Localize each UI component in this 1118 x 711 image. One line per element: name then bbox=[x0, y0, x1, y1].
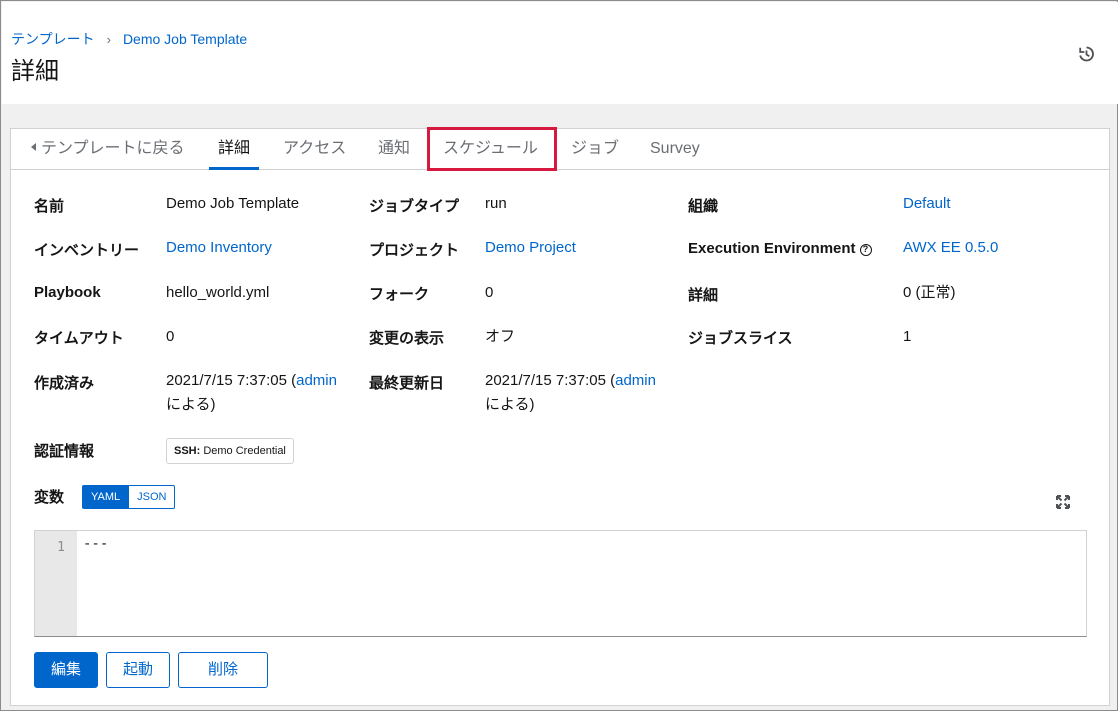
editor-content: --- bbox=[83, 536, 109, 552]
caret-left-icon bbox=[31, 142, 36, 151]
created-by-user-link[interactable]: admin bbox=[296, 372, 337, 389]
organization-link[interactable]: Default bbox=[903, 192, 951, 216]
delete-button[interactable]: 削除 bbox=[178, 652, 268, 688]
page-title: 詳細 bbox=[11, 58, 59, 85]
credential-kind: SSH: bbox=[174, 445, 201, 457]
chevron-right-icon: › bbox=[106, 31, 111, 47]
modified-date: 2021/7/15 7:37:05 ( bbox=[485, 372, 616, 389]
playbook-label: Playbook bbox=[34, 284, 101, 301]
editor-gutter: 1 bbox=[35, 531, 77, 636]
window-frame: テンプレート › Demo Job Template 詳細 テンプレートに戻る … bbox=[0, 0, 1118, 711]
breadcrumb: テンプレート › Demo Job Template bbox=[11, 29, 247, 49]
job-type-label: ジョブタイプ bbox=[369, 198, 460, 215]
modified-label: 最終更新日 bbox=[369, 375, 445, 392]
forks-value: 0 bbox=[485, 284, 494, 301]
tab-access[interactable]: アクセス bbox=[283, 129, 346, 169]
name-value: Demo Job Template bbox=[166, 195, 300, 212]
timeout-label: タイムアウト bbox=[34, 330, 124, 347]
job-slice-value: 1 bbox=[903, 328, 912, 345]
credential-name: Demo Credential bbox=[200, 445, 286, 457]
tab-notifications[interactable]: 通知 bbox=[378, 129, 410, 169]
created-suffix: による) bbox=[166, 396, 216, 413]
project-label: プロジェクト bbox=[369, 242, 460, 259]
json-toggle-button[interactable]: JSON bbox=[129, 485, 176, 509]
name-label: 名前 bbox=[34, 198, 65, 215]
page-header: テンプレート › Demo Job Template 詳細 bbox=[2, 2, 1118, 104]
tab-back-to-templates[interactable]: テンプレートに戻る bbox=[31, 129, 185, 169]
created-date: 2021/7/15 7:37:05 ( bbox=[166, 372, 297, 389]
breadcrumb-current-link[interactable]: Demo Job Template bbox=[123, 31, 247, 47]
job-type-value: run bbox=[485, 195, 507, 212]
timeout-value: 0 bbox=[166, 328, 175, 345]
schedule-tab-highlight bbox=[427, 127, 557, 171]
variables-format-toggle: YAML JSON bbox=[82, 485, 176, 509]
forks-label: フォーク bbox=[369, 286, 430, 303]
edit-button[interactable]: 編集 bbox=[34, 652, 98, 688]
show-changes-value: オフ bbox=[485, 328, 516, 345]
inventory-label: インベントリー bbox=[34, 242, 140, 259]
playbook-value: hello_world.yml bbox=[166, 284, 270, 301]
tab-survey[interactable]: Survey bbox=[650, 129, 700, 169]
organization-label: 組織 bbox=[688, 198, 719, 215]
yaml-toggle-button[interactable]: YAML bbox=[82, 485, 130, 509]
tab-details[interactable]: 詳細 bbox=[208, 129, 260, 170]
created-label: 作成済み bbox=[34, 375, 95, 392]
line-number: 1 bbox=[57, 540, 65, 555]
modified-by-user-link[interactable]: admin bbox=[615, 372, 656, 389]
tab-back-label: テンプレートに戻る bbox=[41, 140, 185, 157]
modified-value: 2021/7/15 7:37:05 (admin による) bbox=[485, 369, 656, 417]
project-link[interactable]: Demo Project bbox=[485, 236, 576, 260]
execution-environment-label: Execution Environment? bbox=[688, 240, 872, 257]
variables-label: 変数 bbox=[34, 489, 65, 506]
expand-icon[interactable] bbox=[1055, 494, 1071, 510]
execution-environment-text: Execution Environment bbox=[688, 240, 856, 257]
credential-chip: SSH: Demo Credential bbox=[166, 438, 294, 464]
verbosity-value: 0 (正常) bbox=[903, 284, 956, 301]
show-changes-label: 変更の表示 bbox=[369, 330, 445, 347]
verbosity-label: 詳細 bbox=[688, 287, 719, 304]
variables-code-editor[interactable]: 1 --- bbox=[34, 530, 1087, 637]
breadcrumb-templates-link[interactable]: テンプレート bbox=[11, 29, 95, 49]
modified-suffix: による) bbox=[485, 396, 535, 413]
help-icon[interactable]: ? bbox=[859, 244, 872, 256]
launch-button[interactable]: 起動 bbox=[106, 652, 170, 688]
job-slice-label: ジョブスライス bbox=[688, 330, 793, 347]
tab-bar: テンプレートに戻る 詳細 アクセス 通知 スケジュール ジョブ Survey bbox=[11, 127, 1109, 171]
tab-jobs[interactable]: ジョブ bbox=[571, 129, 619, 169]
history-icon[interactable] bbox=[1077, 45, 1095, 63]
inventory-link[interactable]: Demo Inventory bbox=[166, 236, 272, 260]
credentials-label: 認証情報 bbox=[34, 443, 95, 460]
created-value: 2021/7/15 7:37:05 (admin による) bbox=[166, 369, 337, 417]
detail-card: テンプレートに戻る 詳細 アクセス 通知 スケジュール ジョブ Survey 名… bbox=[10, 127, 1110, 706]
execution-environment-link[interactable]: AWX EE 0.5.0 bbox=[903, 236, 998, 260]
